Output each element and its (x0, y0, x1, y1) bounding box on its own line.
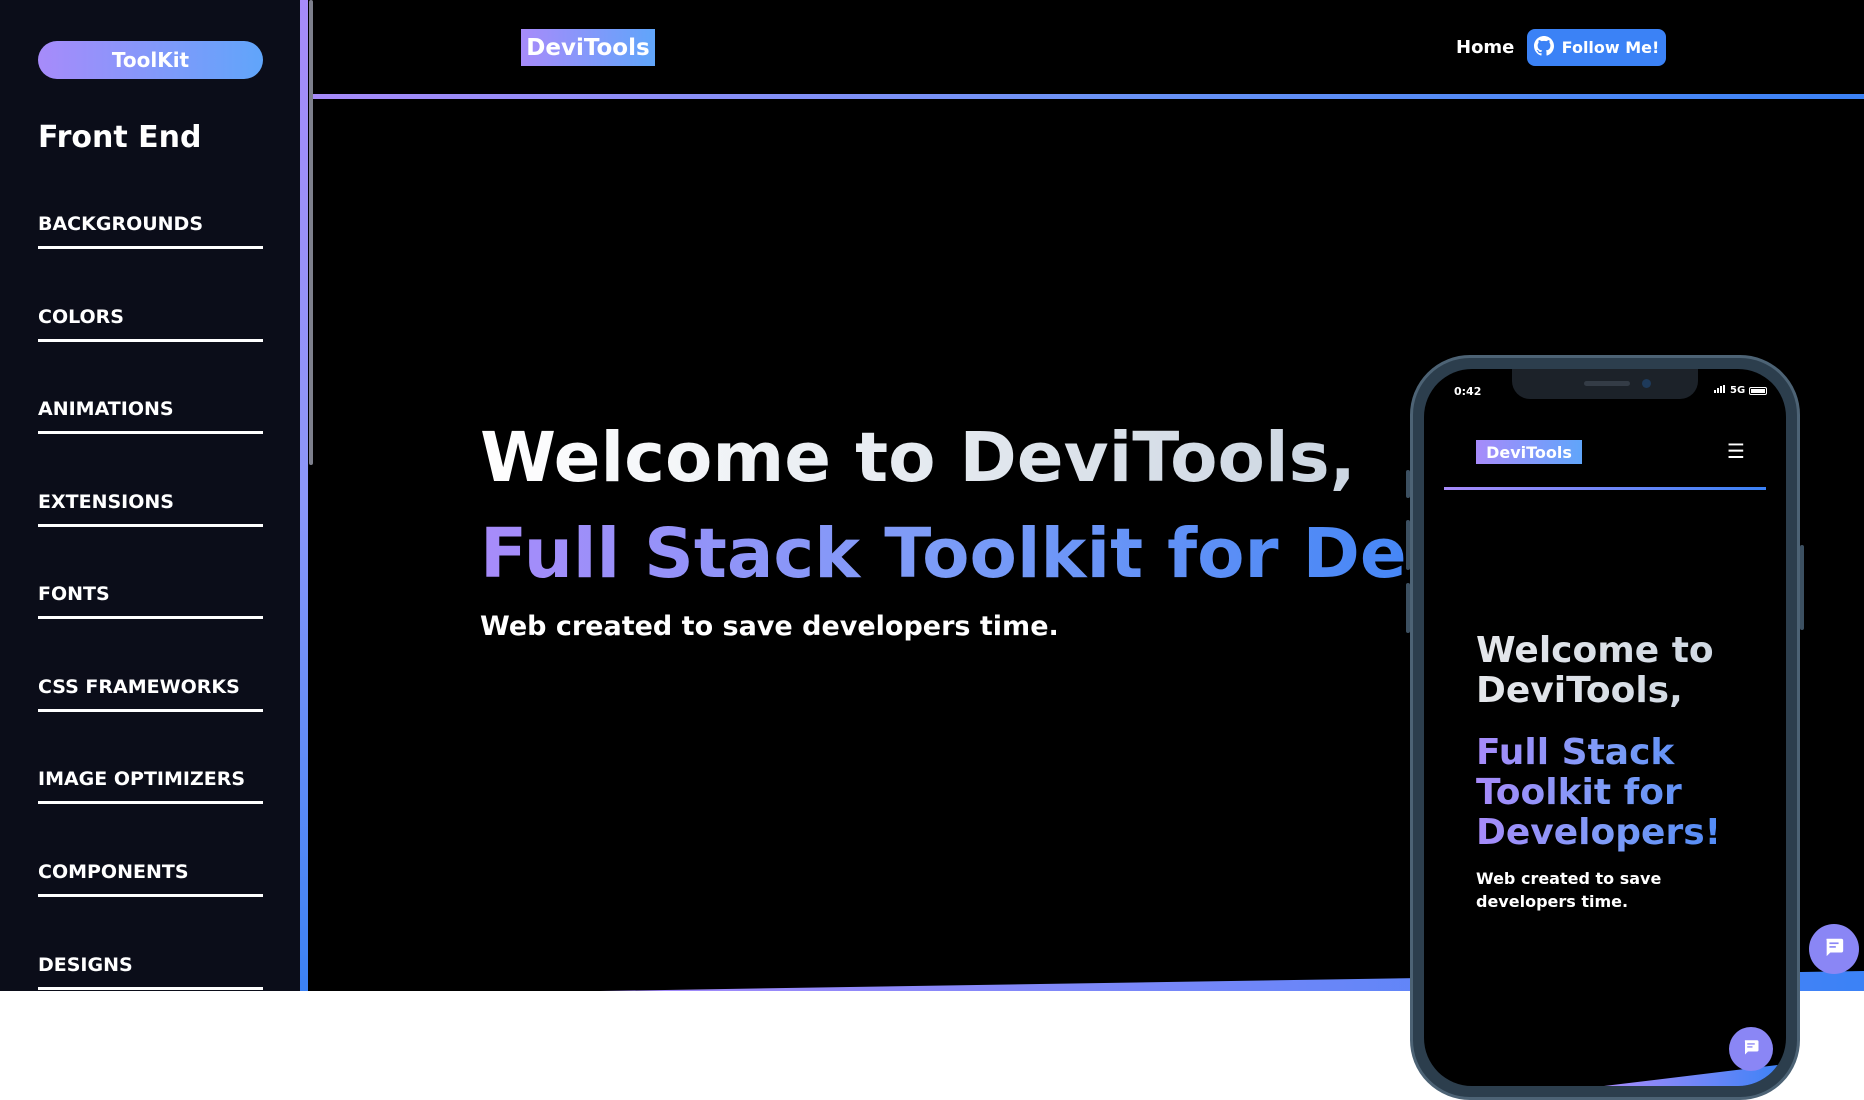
sidebar-item-components[interactable]: COMPONENTS (38, 849, 263, 897)
phone-status-indicators: 5G (1714, 385, 1768, 396)
phone-chat-button[interactable] (1729, 1027, 1773, 1071)
sidebar-item-designs[interactable]: DESIGNS (38, 942, 263, 990)
follow-me-button[interactable]: Follow Me! (1527, 29, 1666, 66)
sidebar-item-css-frameworks[interactable]: CSS FRAMEWORKS (38, 664, 263, 712)
navbar-gradient-line (313, 94, 1864, 99)
hero-subtitle: Web created to save developers time. (480, 611, 1059, 642)
sidebar-item-backgrounds[interactable]: BACKGROUNDS (38, 201, 263, 249)
follow-me-label: Follow Me! (1561, 38, 1660, 57)
site-logo[interactable]: DeviTools (521, 29, 655, 66)
hamburger-icon[interactable]: ☰ (1727, 441, 1745, 461)
sidebar-item-extensions[interactable]: EXTENSIONS (38, 479, 263, 527)
battery-icon (1749, 386, 1768, 395)
phone-camera (1642, 379, 1651, 388)
nav-home-link[interactable]: Home (1456, 37, 1514, 58)
chat-icon (1742, 1038, 1760, 1060)
phone-hero-subtitle: Web created to save developers time. (1476, 869, 1662, 911)
phone-speaker (1584, 381, 1630, 386)
phone-mockup: 0:42 5G DeviTools ☰ Welcome to DeviTools… (1406, 355, 1804, 1100)
sidebar-item-colors[interactable]: COLORS (38, 294, 263, 342)
phone-notch (1512, 369, 1698, 399)
hero-title-line2: Full Stack Toolkit for Deve (480, 514, 1499, 594)
phone-site-logo[interactable]: DeviTools (1476, 440, 1582, 464)
signal-icon (1714, 385, 1726, 396)
sidebar-gradient-border (300, 0, 308, 991)
network-label: 5G (1730, 385, 1746, 396)
phone-navbar-line (1444, 487, 1766, 490)
phone-hero-title-line2: Full Stack Toolkit for Developers! (1476, 733, 1776, 853)
sidebar-item-animations[interactable]: ANIMATIONS (38, 386, 263, 434)
github-icon (1533, 35, 1554, 60)
sidebar-item-image-optimizers[interactable]: IMAGE OPTIMIZERS (38, 756, 263, 804)
phone-side-button (1800, 545, 1804, 630)
toolkit-button[interactable]: ToolKit (38, 41, 263, 79)
sidebar-heading: Front End (38, 120, 202, 155)
phone-status-time: 0:42 (1454, 385, 1482, 398)
sidebar-item-fonts[interactable]: FONTS (38, 571, 263, 619)
phone-hero-title-line1: Welcome to DeviTools, (1476, 631, 1766, 711)
chat-icon (1823, 936, 1845, 962)
sidebar: ToolKit Front End BACKGROUNDS COLORS ANI… (0, 0, 300, 991)
phone-screen: 0:42 5G DeviTools ☰ Welcome to DeviTools… (1424, 369, 1786, 1086)
hero-title-line1: Welcome to DeviTools, (480, 418, 1356, 498)
chat-button[interactable] (1809, 924, 1859, 974)
